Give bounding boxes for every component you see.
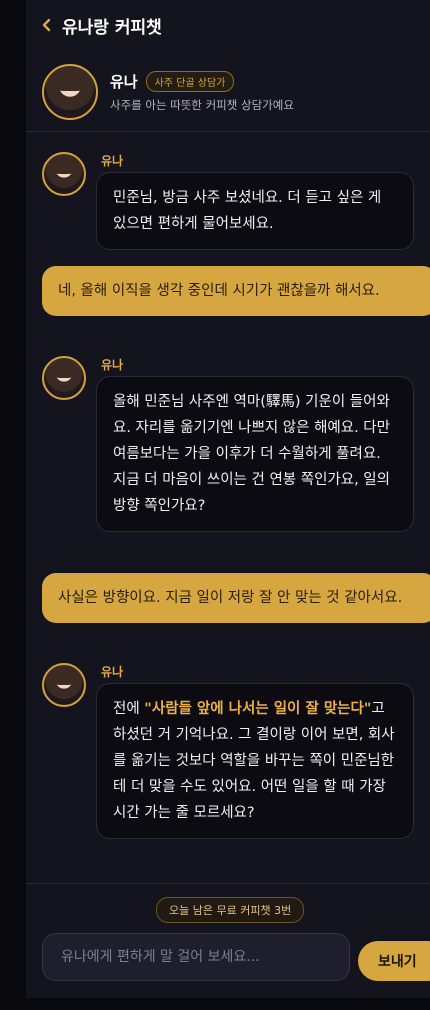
bot-bubble: 전에 "사람들 앞에 나서는 일이 잘 맞는다"고 하셨던 거 기억나요. 그 … [96,683,414,839]
profile-subtitle: 사주를 아는 따뜻한 커피챗 상담가예요 [110,97,294,112]
chat-footer: 오늘 남은 무료 커피챗 3번 보내기 [26,883,430,998]
avatar[interactable] [42,663,86,707]
send-button[interactable]: 보내기 [358,941,430,981]
header: 유나랑 커피챗 [26,0,430,50]
bottom-edge [0,998,430,1010]
bot-bubble: 올해 민준님 사주엔 역마(驛馬) 기운이 들어와요. 자리를 옮기기엔 나쁘지… [96,376,414,532]
message-input[interactable] [42,933,350,981]
avatar[interactable] [42,356,86,400]
left-edge [0,0,26,1010]
message-text: 고 하셨던 거 기억나요. 그 결이랑 이어 보면, 회사를 옮기는 것보다 역… [113,701,395,821]
sender-name: 유나 [101,154,124,168]
chevron-left-icon[interactable] [42,18,60,32]
profile-name: 유나 [110,72,138,91]
remaining-chats-badge: 오늘 남은 무료 커피챗 3번 [156,897,305,923]
page-title: 유나랑 커피챗 [62,17,162,38]
bot-bubble: 민준님, 방금 사주 보셨네요. 더 듣고 싶은 게 있으면 편하게 물어보세요… [96,172,414,250]
user-bubble: 네, 올해 이직을 생각 중인데 시기가 괜찮을까 해서요. [42,266,430,316]
status-badge: 사주 단골 상담가 [145,70,235,92]
avatar[interactable] [42,63,98,120]
sender-name: 유나 [101,358,124,372]
sender-name: 유나 [101,665,124,679]
avatar[interactable] [42,152,86,196]
user-bubble: 사실은 방향이요. 지금 일이 저랑 잘 안 맞는 것 같아서요. [42,573,430,623]
quoted-text: "사람들 앞에 나서는 일이 잘 맞는다" [144,701,372,717]
message-text: 전에 [113,701,145,717]
profile-card: 유나 사주 단골 상담가 사주를 아는 따뜻한 커피챗 상담가예요 [26,52,430,132]
